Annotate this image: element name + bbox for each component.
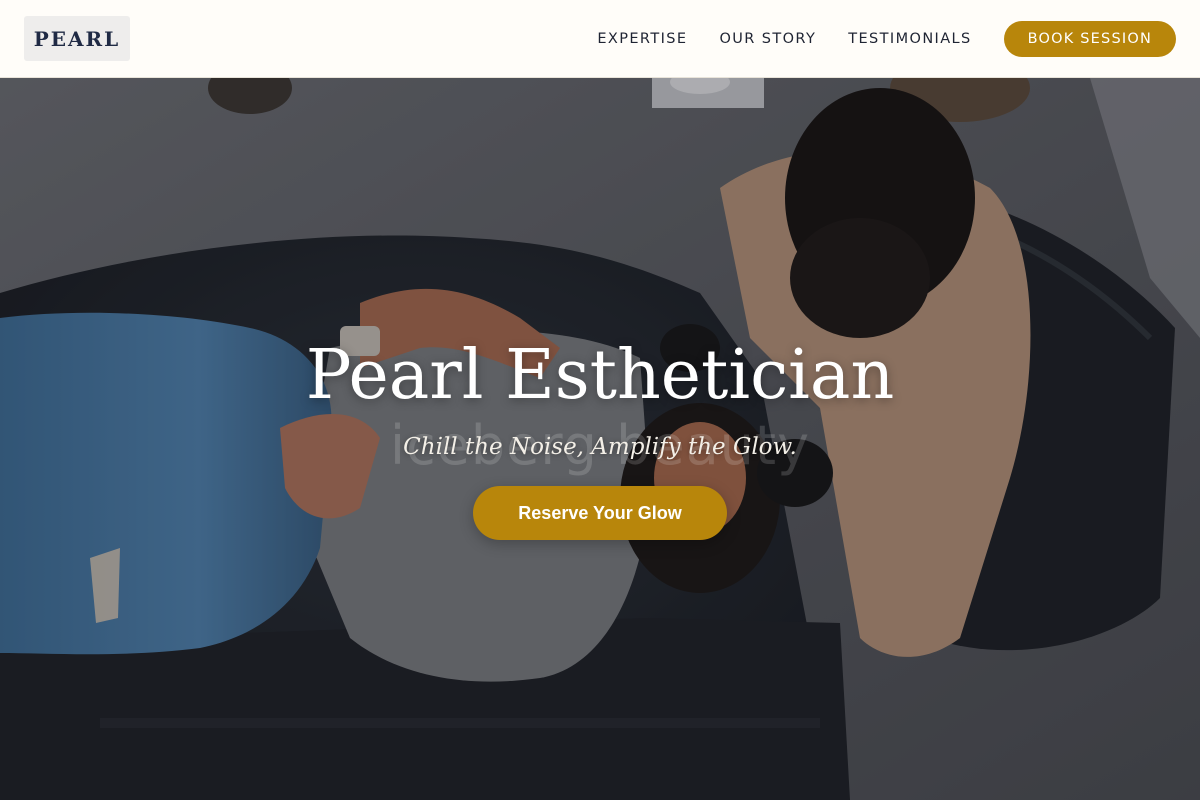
hero-content: Pearl Esthetician iceberg beauty Chill t…	[0, 78, 1200, 800]
logo[interactable]: PEARL	[24, 16, 130, 61]
book-session-button[interactable]: BOOK SESSION	[1003, 20, 1176, 57]
reserve-glow-button[interactable]: Reserve Your Glow	[473, 486, 727, 540]
nav-link-expertise[interactable]: EXPERTISE	[597, 31, 687, 47]
hero-section: Pearl Esthetician iceberg beauty Chill t…	[0, 78, 1200, 800]
hero-subtitle: Chill the Noise, Amplify the Glow.	[403, 434, 797, 460]
nav-link-our-story[interactable]: OUR STORY	[719, 31, 816, 47]
site-header: PEARL EXPERTISE OUR STORY TESTIMONIALS B…	[0, 0, 1200, 78]
hero-subtitle-wrap: iceberg beauty Chill the Noise, Amplify …	[320, 414, 880, 477]
hero-title: Pearl Esthetician	[305, 336, 895, 415]
main-nav: EXPERTISE OUR STORY TESTIMONIALS BOOK SE…	[597, 20, 1176, 57]
nav-link-testimonials[interactable]: TESTIMONIALS	[848, 31, 971, 47]
